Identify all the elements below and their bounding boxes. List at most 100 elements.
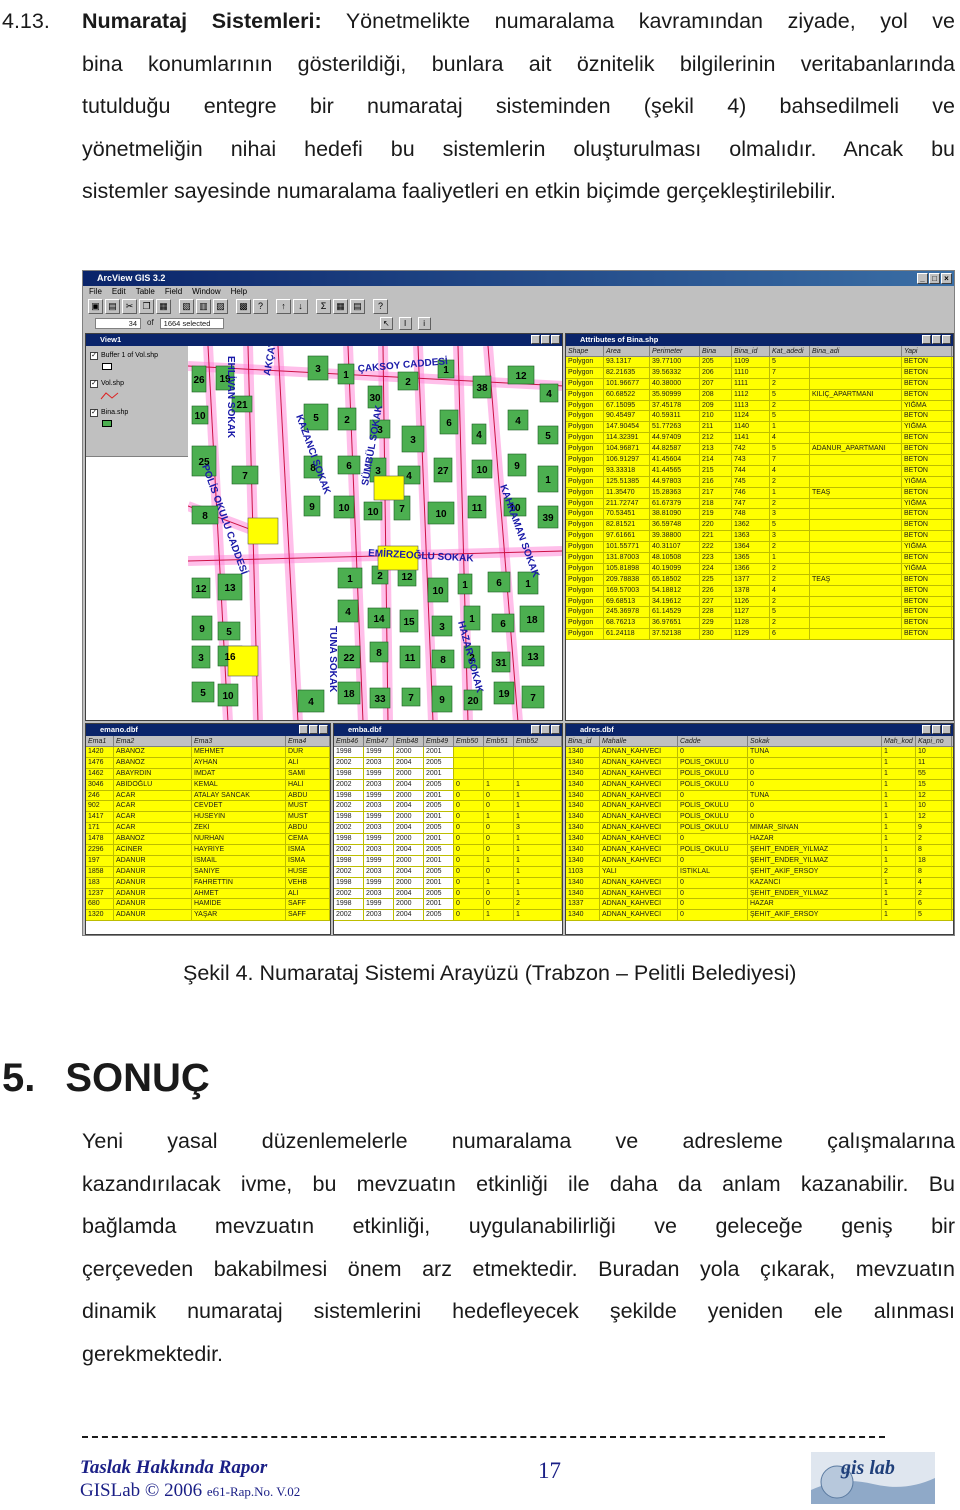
table-row[interactable]: Polygon 114.32391 44.97409 212 1141 4 BETON — [566, 433, 953, 445]
table-row[interactable]: 3046 ABİDOĞLU KEMAL HALİ — [86, 779, 330, 791]
table-row[interactable]: 246 ACAR ATALAY SANCAK ABDU — [86, 790, 330, 802]
table-row[interactable]: 1340 ADNAN_KAHVECİ 0 ŞEHİT_AKİF_ERSOY 1 5 — [566, 910, 953, 922]
table-row[interactable]: 1998 1999 2000 2001 0 1 1 — [334, 855, 562, 867]
column-header[interactable]: Cadde — [678, 736, 748, 746]
menu-item[interactable]: Help — [231, 286, 247, 298]
menu-item[interactable]: Table — [136, 286, 155, 298]
close-icon[interactable]: × — [941, 273, 952, 284]
table-row[interactable]: 1320 ADANUR YAŞAR SAFF — [86, 910, 330, 922]
table-row[interactable]: 2002 2003 2004 2005 0 1 1 — [334, 779, 562, 791]
table-row[interactable]: 1340 ADNAN_KAHVECİ 0 ŞEHİT_ENDER_YILMAZ 1 18 — [566, 855, 953, 867]
attributes-table[interactable]: Shape Area Perimeter Bina Bina_id Kat_adedi Bi… — [566, 346, 953, 720]
maximize-icon[interactable] — [932, 725, 941, 734]
table-row[interactable]: 1340 ADNAN_KAHVECİ 0 KAZANCI 1 4 — [566, 877, 953, 889]
table-row[interactable]: 1340 ADNAN_KAHVECİ POLİS_OKULU MİMAR_SİNAN 1… — [566, 823, 953, 835]
table-row[interactable]: 1998 1999 2000 2001 0 0 2 — [334, 899, 562, 911]
table-row[interactable]: 1340 ADNAN_KAHVECİ POLİS_OKULU 0 1 11 — [566, 757, 953, 769]
minimize-icon[interactable] — [922, 335, 931, 344]
table-row[interactable]: 1858 ADANUR SANİYE HÜSE — [86, 866, 330, 878]
sort-descending-icon[interactable]: ↓ — [293, 299, 308, 314]
query-icon[interactable]: ? — [253, 299, 268, 314]
table-row[interactable]: 1998 1999 2000 2001 0 0 1 — [334, 834, 562, 846]
table-row[interactable]: 183 ADANUR FAHRETTİN VEHB — [86, 877, 330, 889]
layer-yol[interactable]: ✓ Vol.shp — [90, 380, 124, 388]
table-row[interactable]: 1340 ADNAN_KAHVECİ POLİS_OKULU 0 1 15 — [566, 779, 953, 791]
column-header[interactable]: Ema4 — [286, 736, 330, 746]
checkbox-icon[interactable]: ✓ — [90, 409, 98, 417]
maximize-icon[interactable]: □ — [929, 273, 940, 284]
column-header[interactable]: Perimeter — [650, 346, 700, 356]
table-row[interactable]: Polygon 69.68513 34.19612 227 1126 2 BETON — [566, 596, 953, 608]
minimize-icon[interactable] — [531, 725, 540, 734]
close-icon[interactable] — [551, 335, 560, 344]
print-icon[interactable]: ▤ — [105, 299, 120, 314]
column-header[interactable]: Ema2 — [114, 736, 192, 746]
table-row[interactable]: Polygon 67.15095 37.45178 209 1113 2 YIĞMA — [566, 400, 953, 412]
attributes-window[interactable]: Attributes of Bina.shp Shape Area Perimete… — [565, 333, 954, 721]
table-row[interactable]: Polygon 60.68522 35.90999 208 1112 5 KILIÇ_APA… — [566, 389, 953, 401]
column-header[interactable]: Kat_adedi — [770, 346, 810, 356]
table-row[interactable]: 2002 2003 2004 2005 0 0 1 — [334, 866, 562, 878]
sort-ascending-icon[interactable]: ↑ — [276, 299, 291, 314]
table-row[interactable]: 1340 ADNAN_KAHVECİ 0 TUNA 1 12 — [566, 790, 953, 802]
column-header[interactable]: Mahalle — [600, 736, 678, 746]
column-header[interactable]: Bina_adi — [810, 346, 902, 356]
select-icon[interactable]: ▧ — [179, 299, 194, 314]
field-calc-icon[interactable]: ▤ — [350, 299, 365, 314]
pointer-icon[interactable]: ↖ — [379, 316, 393, 330]
column-header[interactable]: Bina — [700, 346, 732, 356]
menu-item[interactable]: Field — [165, 286, 182, 298]
column-header[interactable]: Bina_id — [732, 346, 770, 356]
table-row[interactable]: 1476 ABANOZ AYHAN ALİ — [86, 757, 330, 769]
promote-icon[interactable]: ▨ — [213, 299, 228, 314]
minimize-icon[interactable] — [299, 725, 308, 734]
table-row[interactable]: 1420 ABANOZ MEHMET DUR — [86, 747, 330, 758]
table-row[interactable]: Polygon 93.1317 39.77100 205 1109 5 BETON — [566, 357, 953, 368]
close-icon[interactable] — [942, 725, 951, 734]
table-row[interactable]: 1998 1999 2000 2001 0 1 1 — [334, 877, 562, 889]
close-icon[interactable] — [319, 725, 328, 734]
column-header[interactable]: Emb46 — [334, 736, 364, 746]
checkbox-icon[interactable]: ✓ — [90, 380, 98, 388]
calculate-icon[interactable]: ▦ — [333, 299, 348, 314]
menu-item[interactable]: Window — [192, 286, 220, 298]
maximize-icon[interactable] — [541, 335, 550, 344]
table-row[interactable]: 902 ACAR CEVDET MUST — [86, 801, 330, 813]
table-row[interactable]: 2002 2003 2004 2005 0 0 1 — [334, 801, 562, 813]
table-row[interactable]: Polygon 209.78838 65.18502 225 1377 2 TEAŞ BETO… — [566, 574, 953, 586]
table-row[interactable]: 1103 YALI İSTİKLAL ŞEHİT_AKİF_ERSOY 2 8 — [566, 866, 953, 878]
identify-icon[interactable]: i — [417, 316, 431, 330]
column-header[interactable]: Yapi — [902, 346, 952, 356]
column-header[interactable]: Shape — [566, 346, 604, 356]
table-row[interactable]: 2002 2003 2004 2005 — [334, 757, 562, 769]
maximize-icon[interactable] — [541, 725, 550, 734]
table-row[interactable]: 1998 1999 2000 2001 — [334, 768, 562, 780]
close-icon[interactable] — [942, 335, 951, 344]
table-row[interactable]: Polygon 105.81898 40.19099 224 1366 2 YIĞMA — [566, 563, 953, 575]
table-row[interactable]: Polygon 93.33318 41.44565 215 744 4 BETON — [566, 465, 953, 477]
emba-table[interactable]: Emb46 Emb47 Emb48 Emb49 Emb50 Emb51 Emb52 1998 1… — [334, 736, 562, 934]
table-row[interactable]: 1462 ABAYRDIN İMDAT SAMİ — [86, 768, 330, 780]
adres-table[interactable]: Bina_id Mahalle Cadde Sokak Mah_kod Kapi_no 13… — [566, 736, 953, 934]
column-header[interactable]: Emb51 — [484, 736, 514, 746]
table-row[interactable]: 2002 2003 2004 2005 0 1 1 — [334, 910, 562, 922]
layer-bina[interactable]: ✓ Bina.shp — [90, 409, 128, 417]
column-header[interactable]: Mah_kod — [882, 736, 916, 746]
table-row[interactable]: 197 ADANUR İSMAİL İSMA — [86, 855, 330, 867]
table-icon[interactable]: ▥ — [196, 299, 211, 314]
cut-icon[interactable]: ✂ — [122, 299, 137, 314]
table-row[interactable]: Polygon 90.45497 40.59311 210 1124 5 BETON — [566, 411, 953, 423]
table-row[interactable]: 1340 ADNAN_KAHVECİ 0 HAZAR 1 2 — [566, 834, 953, 846]
table-row[interactable]: 1340 ADNAN_KAHVECİ POLİS_OKULU ŞEHİT_ENDER_… — [566, 845, 953, 856]
table-row[interactable]: Polygon 70.53451 38.81090 219 748 3 BETON — [566, 509, 953, 521]
emano-table[interactable]: Ema1 Ema2 Ema3 Ema4 1420 ABANOZ MEHMET DUR 1476 A… — [86, 736, 330, 934]
table-row[interactable]: Polygon 211.72747 61.67379 218 747 2 YIĞMA — [566, 498, 953, 510]
table-row[interactable]: 1340 ADNAN_KAHVECİ 0 TUNA 1 10 — [566, 747, 953, 758]
column-header[interactable]: Emb48 — [394, 736, 424, 746]
table-row[interactable]: Polygon 131.87003 48.10508 223 1365 1 BETON — [566, 553, 953, 564]
table-row[interactable]: 2002 2003 2004 2005 0 0 3 — [334, 823, 562, 835]
edit-icon[interactable]: I — [398, 316, 412, 330]
table-row[interactable]: 2002 2003 2004 2005 0 0 1 — [334, 845, 562, 856]
layer-buffer[interactable]: ✓ Buffer 1 of Vol.shp — [90, 352, 158, 360]
emba-window[interactable]: emba.dbf Emb46 Emb47 Emb48 Emb49 Emb50 Emb51 E… — [333, 723, 563, 935]
